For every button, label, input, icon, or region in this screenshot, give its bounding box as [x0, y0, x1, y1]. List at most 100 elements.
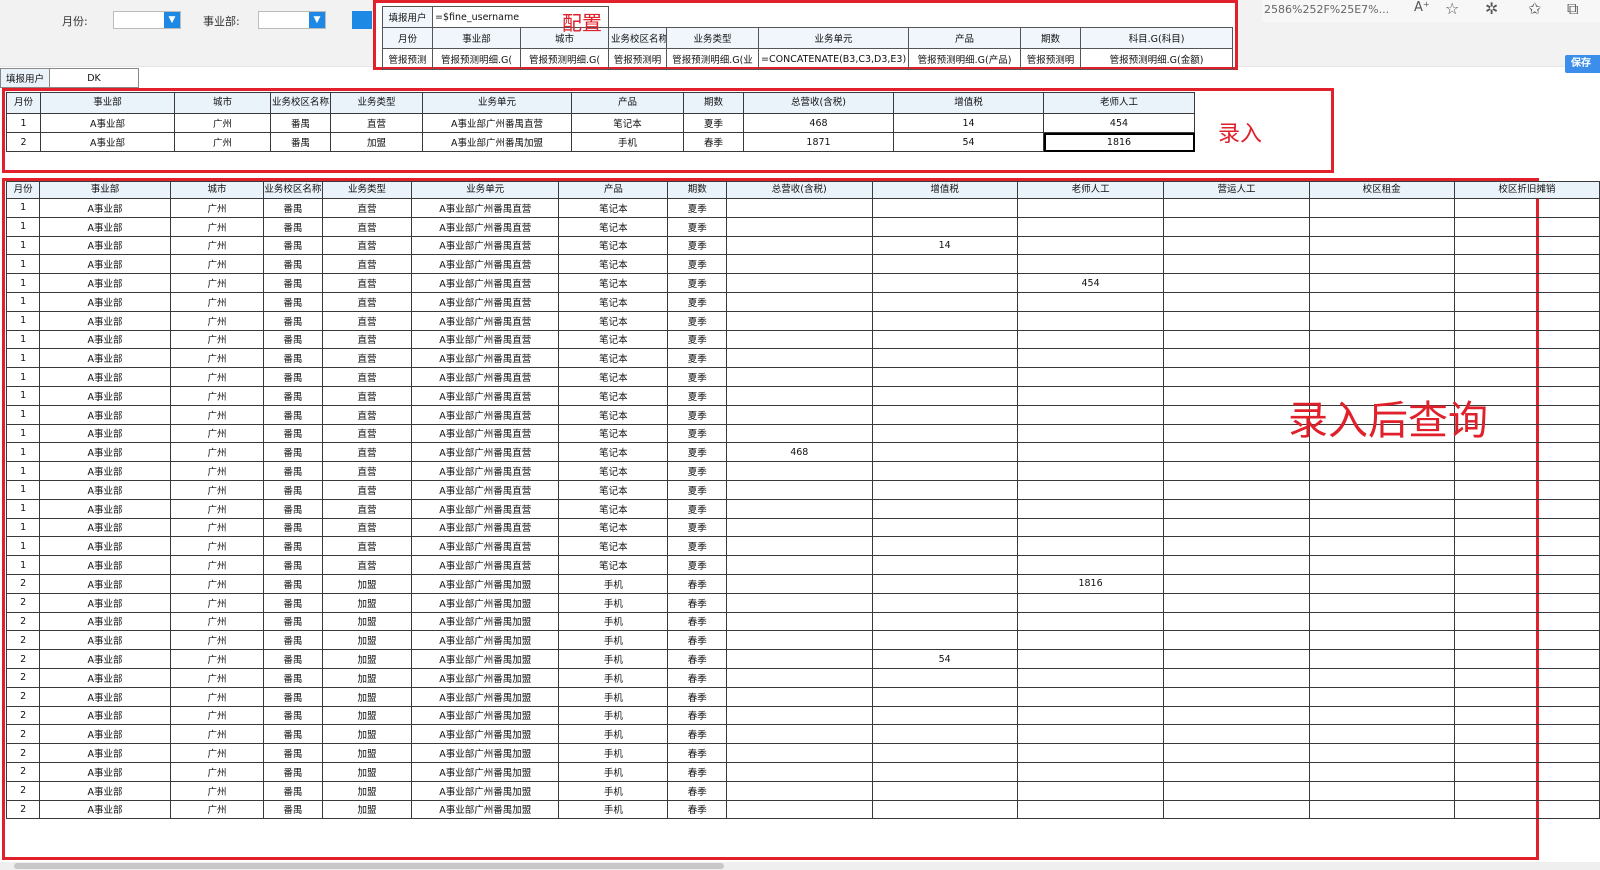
table-cell[interactable]: 夏季	[667, 367, 728, 387]
table-cell[interactable]: 手机	[558, 630, 669, 651]
table-cell[interactable]	[871, 479, 1018, 500]
table-cell[interactable]: A事业部	[39, 404, 171, 425]
table-cell[interactable]: 1	[5, 442, 41, 463]
table-cell[interactable]: A事业部广州番禺直营	[411, 385, 560, 406]
table-cell[interactable]: 直营	[321, 273, 413, 293]
table-cell[interactable]: 1	[5, 273, 41, 293]
config-formula-cell[interactable]: 管报预测明	[608, 48, 668, 70]
table-cell[interactable]: 番禺	[263, 780, 323, 801]
table-cell[interactable]	[871, 254, 1018, 275]
table-cell[interactable]: 春季	[667, 780, 728, 801]
table-cell[interactable]: 直营	[321, 423, 413, 444]
table-cell[interactable]: A事业部	[39, 536, 171, 557]
table-cell[interactable]: 番禺	[263, 498, 323, 519]
table-cell[interactable]	[726, 423, 873, 444]
table-cell[interactable]	[1016, 254, 1165, 275]
table-cell[interactable]: 直营	[321, 216, 413, 237]
table-cell[interactable]	[1016, 329, 1165, 350]
table-cell[interactable]: 加盟	[321, 667, 413, 688]
table-cell[interactable]: 笔记本	[558, 423, 669, 444]
table-cell[interactable]	[1308, 761, 1455, 782]
table-cell[interactable]: A事业部	[39, 423, 171, 444]
table-cell[interactable]: 1	[5, 385, 41, 406]
table-cell[interactable]: 夏季	[667, 517, 728, 538]
table-cell[interactable]	[871, 273, 1018, 293]
table-cell[interactable]	[1016, 592, 1165, 613]
table-cell[interactable]	[871, 667, 1018, 688]
table-cell[interactable]: A事业部	[39, 592, 171, 613]
table-cell[interactable]	[1016, 724, 1165, 745]
table-cell[interactable]: 番禺	[263, 310, 323, 331]
table-cell[interactable]: 2	[5, 705, 41, 726]
table-cell[interactable]: A事业部	[39, 761, 171, 782]
table-cell[interactable]	[1163, 291, 1310, 312]
table-cell[interactable]	[726, 761, 873, 782]
table-cell[interactable]	[871, 780, 1018, 801]
table-cell[interactable]: 1	[5, 310, 41, 331]
table-cell[interactable]	[726, 254, 873, 275]
table-cell[interactable]: 直营	[321, 442, 413, 463]
table-cell[interactable]	[1453, 273, 1600, 293]
favorite-star-icon[interactable]: ☆	[1445, 0, 1459, 18]
table-cell[interactable]: 手机	[558, 667, 669, 688]
table-cell[interactable]	[1016, 385, 1165, 406]
table-cell[interactable]: 直营	[321, 461, 413, 481]
table-cell[interactable]	[871, 291, 1018, 312]
table-cell[interactable]: 直营	[330, 113, 423, 133]
table-cell[interactable]: 广州	[169, 479, 265, 500]
table-cell[interactable]: A事业部广州番禺加盟	[411, 667, 560, 688]
table-cell[interactable]: 1	[5, 536, 41, 557]
table-cell[interactable]	[1453, 573, 1600, 594]
table-cell[interactable]	[1163, 198, 1310, 218]
table-cell[interactable]: 笔记本	[558, 479, 669, 500]
url-fragment[interactable]: 2586%252F%25E7%...	[1264, 3, 1389, 16]
table-cell[interactable]: A事业部	[39, 555, 171, 575]
table-cell[interactable]: A事业部	[39, 291, 171, 312]
table-cell[interactable]	[871, 724, 1018, 745]
table-cell[interactable]: 番禺	[263, 536, 323, 557]
table-cell[interactable]	[871, 705, 1018, 726]
table-cell[interactable]: A事业部	[39, 479, 171, 500]
table-cell[interactable]: 1	[5, 254, 41, 275]
table-cell[interactable]: 笔记本	[558, 348, 669, 369]
table-cell[interactable]: 2	[5, 630, 41, 651]
table-cell[interactable]	[871, 686, 1018, 707]
table-cell[interactable]: 夏季	[683, 113, 744, 133]
table-cell[interactable]: 广州	[169, 442, 265, 463]
table-cell[interactable]	[1163, 273, 1310, 293]
table-cell[interactable]: 番禺	[263, 461, 323, 481]
table-cell[interactable]: 广州	[169, 536, 265, 557]
table-cell[interactable]: A事业部广州番禺直营	[411, 216, 560, 237]
table-cell[interactable]: 广州	[169, 348, 265, 369]
table-cell[interactable]: 夏季	[667, 404, 728, 425]
table-cell[interactable]: 手机	[558, 705, 669, 726]
table-cell[interactable]	[1163, 649, 1310, 669]
table-cell[interactable]	[1016, 198, 1165, 218]
table-cell[interactable]: 广州	[169, 198, 265, 218]
table-cell[interactable]: A事业部广州番禺直营	[411, 235, 560, 256]
table-cell[interactable]: 1	[5, 367, 41, 387]
table-cell[interactable]	[1308, 555, 1455, 575]
table-cell[interactable]: 广州	[169, 216, 265, 237]
table-cell[interactable]	[1163, 517, 1310, 538]
table-cell[interactable]	[1163, 799, 1310, 820]
table-cell[interactable]: A事业部	[40, 113, 175, 133]
table-cell[interactable]	[1453, 724, 1600, 745]
table-cell[interactable]	[1308, 329, 1455, 350]
chevron-down-icon[interactable]: ▼	[309, 12, 325, 28]
table-cell[interactable]: 加盟	[321, 611, 413, 632]
table-cell[interactable]: 春季	[667, 573, 728, 594]
table-cell[interactable]	[871, 761, 1018, 782]
table-cell[interactable]	[1016, 780, 1165, 801]
table-cell[interactable]	[1453, 761, 1600, 782]
table-cell[interactable]	[1453, 649, 1600, 669]
table-cell[interactable]: A事业部广州番禺直营	[411, 423, 560, 444]
read-aloud-icon[interactable]: A⁺	[1414, 0, 1430, 15]
table-cell[interactable]	[423, 152, 572, 169]
table-cell[interactable]	[871, 536, 1018, 557]
table-cell[interactable]	[331, 152, 423, 169]
table-cell[interactable]	[1308, 254, 1455, 275]
table-cell[interactable]: 2	[5, 573, 41, 594]
table-cell[interactable]	[1453, 461, 1600, 481]
table-cell[interactable]: 夏季	[667, 385, 728, 406]
